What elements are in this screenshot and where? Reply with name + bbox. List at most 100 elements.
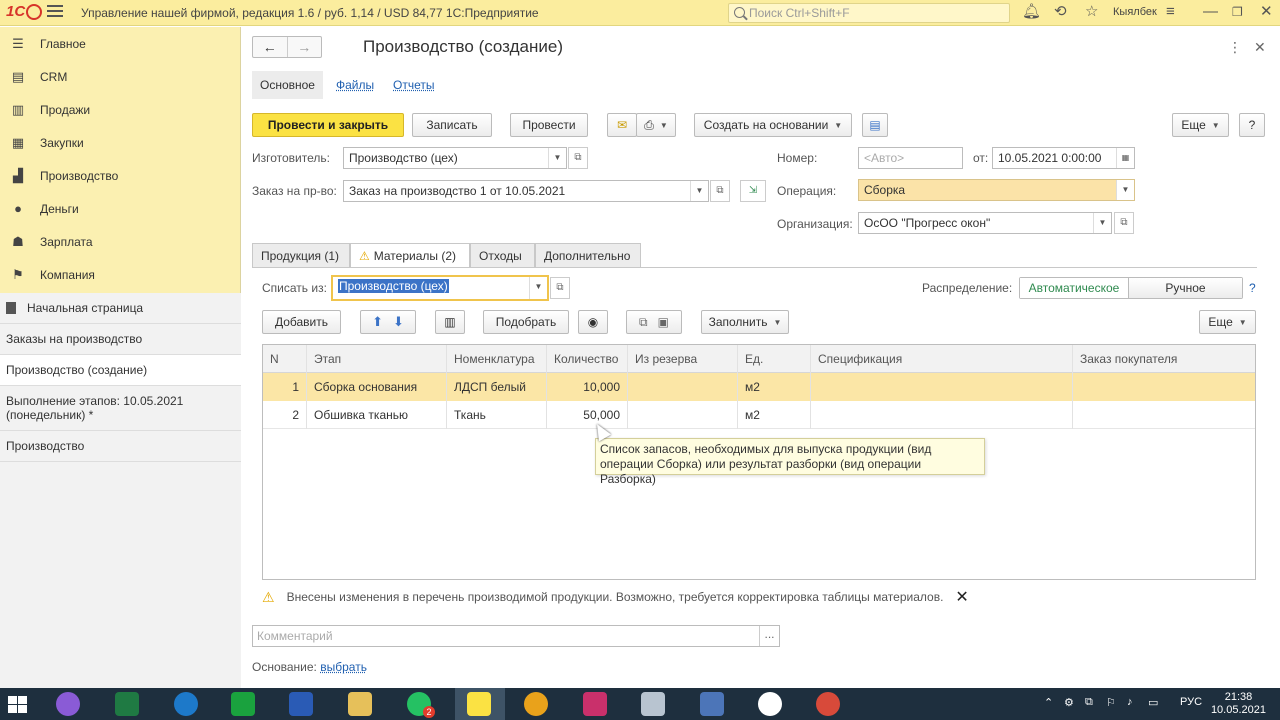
cell-customer-order[interactable] (1073, 373, 1255, 401)
tab-waste[interactable]: Отходы (470, 243, 535, 267)
column-header-item[interactable]: Номенклатура (447, 345, 547, 373)
table-row[interactable]: 2 Обшивка тканью Ткань 50,000 м2 (263, 401, 1255, 429)
cell-item[interactable]: ЛДСП белый (447, 373, 547, 401)
explorer-icon[interactable] (348, 692, 372, 716)
chevron-down-icon[interactable]: ▼ (548, 148, 566, 168)
cell-customer-order[interactable] (1073, 401, 1255, 429)
close-notice-icon[interactable]: ✕ (955, 587, 968, 607)
more-button[interactable]: Еще ▼ (1172, 113, 1229, 137)
1c-logo[interactable]: 1С (6, 3, 43, 21)
open-link-icon[interactable]: ⧉ (568, 147, 588, 169)
cell-stage[interactable]: Сборка основания (307, 373, 447, 401)
post-button[interactable]: Провести (510, 113, 588, 137)
open-window-production[interactable]: Производство (0, 431, 241, 462)
comment-field[interactable]: Комментарий ... (252, 625, 780, 647)
bell-icon[interactable]: 🔔︎ (1022, 4, 1041, 20)
fill-button[interactable]: Заполнить ▼ (701, 310, 789, 334)
cell-unit[interactable]: м2 (738, 401, 811, 429)
history-icon[interactable]: ⟲ (1054, 4, 1067, 20)
cell-qty[interactable]: 50,000 (547, 401, 628, 429)
sidebar-item-salary[interactable]: ☗ Зарплата (0, 225, 240, 258)
word-icon[interactable] (289, 692, 313, 716)
chevron-down-icon[interactable]: ▼ (529, 277, 547, 299)
open-link-icon[interactable]: ⧉ (710, 180, 730, 202)
chevron-down-icon[interactable]: ▼ (1116, 180, 1134, 200)
table-row[interactable]: 1 Сборка основания ЛДСП белый 10,000 м2 (263, 373, 1255, 401)
chrome-profile-icon[interactable] (816, 692, 840, 716)
date-field[interactable]: 10.05.2021 0:00:00 ▦ (992, 147, 1135, 169)
open-window-home[interactable]: Начальная страница (0, 293, 241, 324)
screen-app-icon[interactable] (641, 692, 665, 716)
tab-reports[interactable]: Отчеты (385, 71, 442, 99)
cell-stage[interactable]: Обшивка тканью (307, 401, 447, 429)
tab-main[interactable]: Основное (252, 71, 323, 99)
calculator-icon[interactable] (231, 692, 255, 716)
structure-icon[interactable]: ▤ (862, 113, 888, 137)
paste-icon[interactable]: ▣ (658, 315, 669, 329)
help-button[interactable]: ? (1239, 113, 1265, 137)
barcode-icon[interactable]: ▥ (435, 310, 465, 334)
maker-field[interactable]: Производство (цех) ▼ (343, 147, 567, 169)
sidebar-item-production[interactable]: ▟ Производство (0, 159, 240, 192)
arrow-up-icon[interactable]: ⬆ (372, 314, 383, 330)
language-indicator[interactable]: РУС (1180, 696, 1202, 708)
column-header-customer-order[interactable]: Заказ покупателя (1073, 345, 1255, 373)
forward-arrow-icon[interactable]: → (286, 37, 322, 57)
yandex-icon[interactable] (758, 692, 782, 716)
column-header-stage[interactable]: Этап (307, 345, 447, 373)
browser-app-icon[interactable] (56, 692, 80, 716)
close-window-icon[interactable]: ✕ (1260, 4, 1273, 20)
tray-network-icon[interactable]: ⚙ (1064, 696, 1074, 709)
arrow-down-icon[interactable]: ⬇ (393, 314, 404, 330)
open-window-orders[interactable]: Заказы на производство (0, 324, 241, 355)
column-header-unit[interactable]: Ед. (738, 345, 811, 373)
order-field[interactable]: Заказ на производство 1 от 10.05.2021 ▼ (343, 180, 709, 202)
cell-reserve[interactable] (628, 373, 738, 401)
star-icon[interactable]: ☆ (1085, 4, 1098, 20)
search-input[interactable]: Поиск Ctrl+Shift+F (728, 3, 1010, 23)
distribution-manual-button[interactable]: Ручное (1129, 278, 1242, 298)
fill-from-order-icon[interactable]: ⇲ (740, 180, 766, 202)
sidebar-item-crm[interactable]: ▤ CRM (0, 60, 240, 93)
column-header-spec[interactable]: Спецификация (811, 345, 1073, 373)
tab-additional[interactable]: Дополнительно (535, 243, 641, 267)
table-more-button[interactable]: Еще ▼ (1199, 310, 1256, 334)
cell-spec[interactable] (811, 401, 1073, 429)
sidebar-item-company[interactable]: ⚑ Компания (0, 258, 240, 291)
tray-arrow-icon[interactable]: ⌃ (1044, 696, 1053, 709)
chrome-icon[interactable] (524, 692, 548, 716)
tray-security-icon[interactable]: ⚐ (1106, 696, 1116, 709)
close-form-icon[interactable]: ✕ (1254, 39, 1266, 56)
more-vertical-icon[interactable]: ⋮ (1228, 39, 1242, 56)
calendar-icon[interactable]: ▦ (1116, 148, 1134, 168)
ie-icon[interactable] (174, 692, 198, 716)
chevron-down-icon[interactable]: ▼ (690, 181, 708, 201)
settings-menu-icon[interactable]: ≡ (1166, 4, 1175, 20)
email-icon[interactable]: ✉ (607, 113, 637, 137)
organization-field[interactable]: ОсОО "Прогресс окон" ▼ (858, 212, 1112, 234)
open-window-production-create[interactable]: Производство (создание) (0, 355, 241, 386)
tab-materials[interactable]: ⚠ Материалы (2) (350, 243, 470, 268)
distribution-auto-button[interactable]: Автоматическое (1020, 278, 1129, 298)
cell-reserve[interactable] (628, 401, 738, 429)
user-name[interactable]: Кыялбек (1113, 6, 1157, 18)
tab-products[interactable]: Продукция (1) (252, 243, 350, 267)
add-row-button[interactable]: Добавить (262, 310, 341, 334)
back-arrow-icon[interactable]: ← (253, 37, 287, 57)
sidebar-item-sales[interactable]: ▥ Продажи (0, 93, 240, 126)
sidebar-item-main[interactable]: ☰ Главное (0, 27, 240, 60)
tray-app-icon[interactable]: ⧉ (1085, 696, 1093, 709)
network-app-icon[interactable] (700, 692, 724, 716)
open-window-stages[interactable]: Выполнение этапов: 10.05.2021 (понедельн… (0, 386, 241, 431)
basis-select-link[interactable]: выбрать (320, 660, 367, 674)
tray-volume-icon[interactable]: ♪ (1127, 696, 1133, 708)
more-dots-icon[interactable]: ... (759, 626, 779, 646)
post-and-close-button[interactable]: Провести и закрыть (252, 113, 404, 137)
chevron-down-icon[interactable]: ▼ (1093, 213, 1111, 233)
writeoff-field[interactable]: Производство (цех) ▼ (331, 275, 549, 301)
open-link-icon[interactable]: ⧉ (550, 277, 570, 299)
cell-item[interactable]: Ткань (447, 401, 547, 429)
copy-icon[interactable]: ⧉ (639, 315, 648, 330)
sidebar-item-purchases[interactable]: ▦ Закупки (0, 126, 240, 159)
tray-power-icon[interactable]: ▭ (1148, 696, 1158, 709)
